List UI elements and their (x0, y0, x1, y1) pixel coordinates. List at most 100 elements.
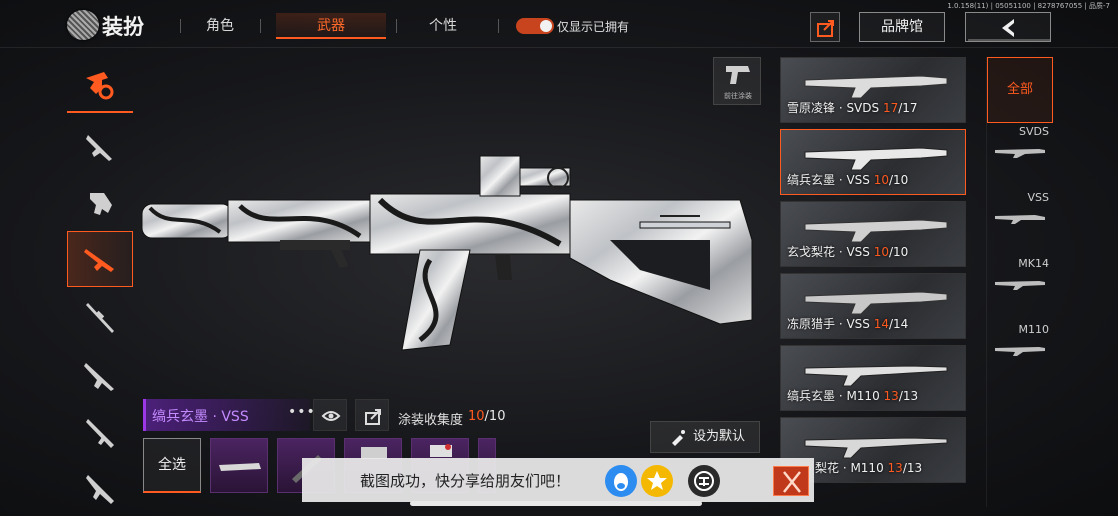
collection-total: /10 (484, 409, 506, 424)
tab-character[interactable]: 角色 (190, 13, 250, 39)
owned-only-label: 仅显示已拥有 (557, 20, 630, 34)
category-smg[interactable] (67, 175, 133, 231)
category-shotgun[interactable] (67, 405, 133, 461)
page-title: 装扮 (102, 15, 144, 39)
weapon-skin-category-icon (86, 72, 114, 100)
profile-emblem-icon[interactable] (67, 10, 99, 40)
category-sniper-rifle[interactable] (67, 289, 133, 345)
smg-icon (90, 193, 112, 215)
collection-current: 10 (468, 409, 485, 424)
collection-label: 涂装收集度 (398, 413, 464, 428)
share-button[interactable] (810, 12, 840, 42)
share-icon (817, 20, 834, 37)
share-skin-button[interactable] (355, 399, 389, 431)
skin-list: 雪原凌锋 · SVDS 17/17 缟兵玄墨 · VSS 10/10 玄戈梨花 … (780, 57, 966, 497)
tab-divider (180, 19, 181, 33)
filter-m110[interactable]: M110 (987, 323, 1053, 389)
weapon-thumb-icon (804, 437, 948, 459)
skin-card-name: 雪原凌锋 · SVDS (787, 101, 883, 115)
skin-card-count: 10 (873, 245, 889, 259)
filter-vss[interactable]: VSS (987, 191, 1053, 257)
skin-card-total: /14 (888, 317, 909, 331)
skin-card-label: 雪原凌锋 · SVDS 17/17 (787, 99, 918, 116)
owned-only-toggle[interactable] (516, 18, 554, 34)
filter-all-button[interactable]: 全部 (987, 57, 1053, 123)
category-carbine[interactable] (67, 461, 133, 516)
skin-card[interactable]: 冻原猎手 · VSS 14/14 (780, 273, 966, 339)
skin-card-name: 玄戈梨花 · VSS (787, 245, 874, 259)
skin-card-name: 梨花 · M110 (815, 461, 888, 475)
toast-message: 截图成功，快分享给朋友们吧！ (360, 472, 571, 490)
skin-card-label: 玄戈梨花 · VSS 10/10 (787, 243, 908, 260)
m110-icon (995, 347, 1045, 356)
category-assault-rifle[interactable] (67, 347, 133, 403)
weapon-thumb-icon (804, 291, 948, 315)
set-default-button[interactable]: 设为默认 (650, 421, 760, 453)
filter-label: MK14 (1018, 257, 1049, 270)
filter-label: SVDS (1019, 125, 1049, 138)
category-marksman-rifle[interactable] (67, 231, 133, 287)
weapon-filter: 全部 SVDS VSS MK14 M110 (986, 57, 1053, 507)
goto-skin-button[interactable]: 前往涂装 (713, 57, 761, 105)
sniper-rifle-icon (86, 303, 114, 333)
skin-card-name: 缟兵玄墨 · VSS (787, 173, 874, 187)
skin-card-count: 13 (883, 389, 899, 403)
tab-personality[interactable]: 个性 (413, 13, 473, 39)
vss-icon (995, 215, 1045, 224)
filter-svds[interactable]: SVDS (987, 125, 1053, 191)
skin-card[interactable]: 缟兵玄墨 · VSS 10/10 (780, 129, 966, 195)
skin-card-total: /10 (888, 245, 909, 259)
skin-card-count: 17 (882, 101, 899, 115)
weapon-preview[interactable] (140, 140, 780, 390)
weapon-thumb-icon (804, 75, 948, 99)
qq-penguin-icon (614, 473, 628, 491)
skin-card-label: 缟兵玄墨 · VSS 10/10 (787, 171, 908, 188)
filter-label: VSS (1027, 191, 1050, 204)
weapon-category-bar (67, 57, 133, 507)
svds-icon (995, 149, 1045, 158)
weapon-thumb-icon (804, 219, 948, 243)
weapon-thumb-icon (804, 365, 948, 387)
rifle-icon (86, 135, 112, 161)
skin-card-total: /10 (888, 173, 909, 187)
spray-icon (672, 430, 685, 446)
wechat-share-icon[interactable] (688, 465, 720, 497)
top-bar: 装扮 角色 武器 个性 仅显示已拥有 品牌馆 (0, 0, 1118, 48)
toggle-knob (540, 20, 552, 32)
home-indicator[interactable] (410, 501, 702, 506)
back-button[interactable] (965, 12, 1051, 42)
tab-divider (260, 19, 261, 33)
marksman-rifle-icon (84, 249, 114, 272)
category-weapon-skins[interactable] (67, 57, 133, 113)
select-all-button[interactable]: 全选 (143, 438, 201, 493)
skin-card-label: 冻原猎手 · VSS 14/14 (787, 315, 908, 332)
skin-part-thumb[interactable] (210, 438, 268, 493)
share-icon (365, 409, 381, 425)
toast-close-button[interactable] (773, 466, 809, 496)
skin-card[interactable]: 缟兵玄墨 · M110 13/13 (780, 345, 966, 411)
current-skin-name: 缟兵玄墨 · VSS (152, 409, 249, 425)
goto-skin-label: 前往涂装 (724, 92, 752, 100)
weapon-thumb-icon (804, 147, 948, 171)
more-options-icon[interactable]: ••• (288, 404, 316, 420)
collection-count: 10/10 (468, 409, 505, 424)
tab-weapon[interactable]: 武器 (276, 13, 386, 39)
category-rifle[interactable] (67, 119, 133, 175)
preview-button[interactable] (313, 399, 347, 431)
qq-share-icon[interactable] (605, 465, 637, 497)
set-default-label: 设为默认 (692, 429, 745, 444)
skin-card-count: 14 (873, 317, 889, 331)
skin-card[interactable]: 雪原凌锋 · SVDS 17/17 (780, 57, 966, 123)
brand-hall-button[interactable]: 品牌馆 (859, 12, 945, 42)
skin-card-total: /13 (902, 461, 923, 475)
shotgun-icon (86, 419, 114, 448)
carbine-icon (86, 475, 114, 504)
filter-label: M110 (1018, 323, 1050, 336)
skin-card-label: 梨花 · M110 13/13 (815, 459, 922, 476)
qzone-share-icon[interactable] (641, 465, 673, 497)
filter-mk14[interactable]: MK14 (987, 257, 1053, 323)
screenshot-share-toast: 截图成功，快分享给朋友们吧！ (302, 458, 814, 502)
current-skin-bar: 缟兵玄墨 · VSS (143, 399, 310, 431)
skin-card[interactable]: 玄戈梨花 · VSS 10/10 (780, 201, 966, 267)
skin-card-total: /13 (898, 389, 919, 403)
